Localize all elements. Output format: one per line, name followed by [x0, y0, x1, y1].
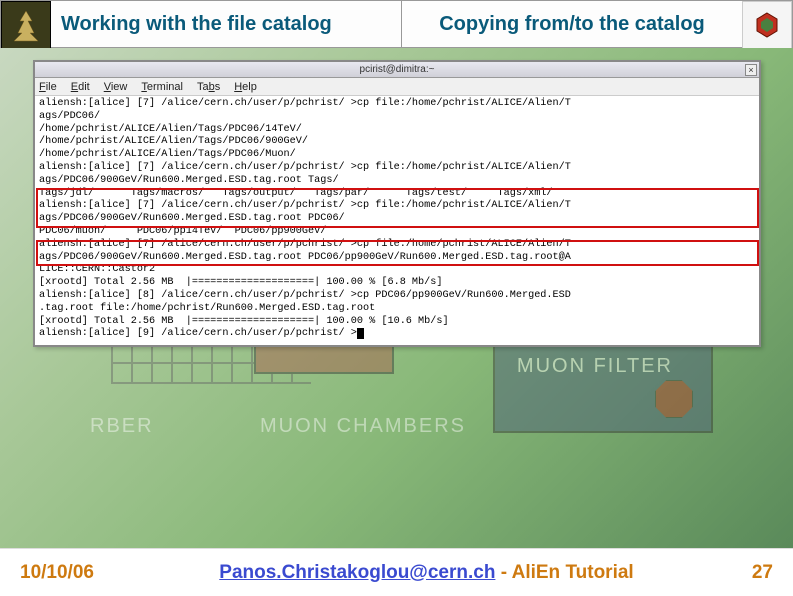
- terminal-title: pcirist@dimitra:~: [360, 64, 435, 75]
- title-right: Copying from/to the catalog: [402, 1, 742, 47]
- logo-left-icon: [1, 1, 51, 49]
- menu-terminal[interactable]: Terminal: [141, 81, 183, 93]
- terminal-body[interactable]: aliensh:[alice] [7] /alice/cern.ch/user/…: [35, 96, 759, 345]
- menu-view[interactable]: View: [104, 81, 128, 93]
- footer-page-number: 27: [713, 562, 773, 584]
- footer-date: 10/10/06: [20, 562, 140, 584]
- close-icon[interactable]: ×: [745, 64, 757, 76]
- bg-label-rber: RBER: [90, 415, 154, 438]
- bg-label-muon-chambers: MUON CHAMBERS: [260, 415, 466, 438]
- bg-label-muon-filter: MUON FILTER: [517, 355, 673, 378]
- terminal-cursor: [357, 328, 364, 339]
- terminal-titlebar: pcirist@dimitra:~ ×: [35, 62, 759, 78]
- menu-file[interactable]: File: [39, 81, 57, 93]
- title-left: Working with the file catalog: [51, 1, 402, 47]
- menu-edit[interactable]: Edit: [71, 81, 90, 93]
- footer-tail: - AliEn Tutorial: [495, 562, 633, 583]
- footer-email-link[interactable]: Panos.Christakoglou@cern.ch: [219, 562, 495, 583]
- terminal-menubar: File Edit View Terminal Tabs Help: [35, 78, 759, 96]
- menu-help[interactable]: Help: [234, 81, 257, 93]
- terminal-window: pcirist@dimitra:~ × File Edit View Termi…: [33, 60, 761, 347]
- logo-right-icon: [742, 1, 792, 49]
- slide-footer: 10/10/06 Panos.Christakoglou@cern.ch - A…: [0, 548, 793, 596]
- footer-center: Panos.Christakoglou@cern.ch - AliEn Tuto…: [140, 562, 713, 584]
- detector-octagon-icon: [655, 380, 693, 418]
- menu-tabs[interactable]: Tabs: [197, 81, 220, 93]
- slide-header: Working with the file catalog Copying fr…: [0, 0, 793, 48]
- slide-body: RBER MUON CHAMBERS MUON FILTER pcirist@d…: [0, 48, 793, 548]
